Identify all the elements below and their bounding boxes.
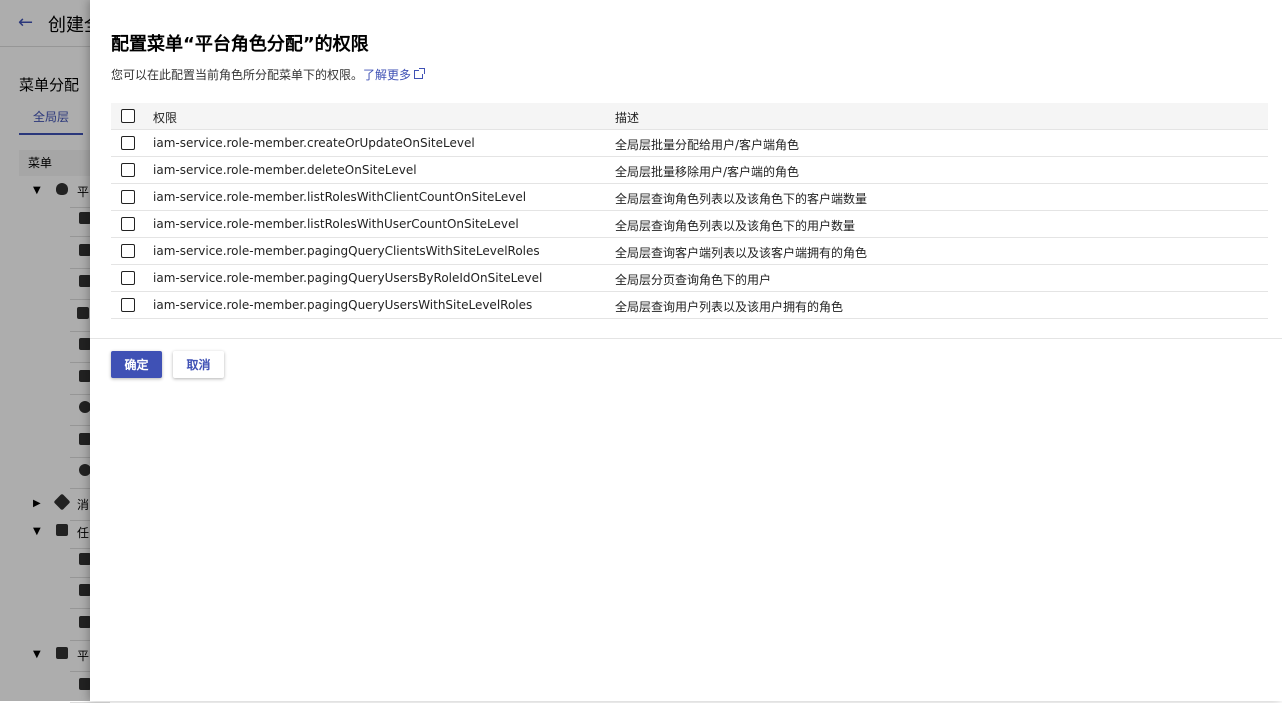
external-link-icon (414, 68, 426, 79)
table-row[interactable]: iam-service.role-member.listRolesWithCli… (111, 184, 1268, 211)
table-row[interactable]: iam-service.role-member.createOrUpdateOn… (111, 130, 1268, 157)
permission-description: 全局层分页查询角色下的用户 (615, 273, 772, 287)
footer-divider (90, 338, 1282, 339)
select-all-checkbox[interactable] (121, 109, 135, 123)
confirm-button[interactable]: 确定 (111, 351, 162, 378)
permission-description: 全局层批量移除用户/客户端的角色 (615, 165, 800, 179)
row-checkbox[interactable] (121, 217, 135, 231)
column-header-description: 描述 (615, 111, 640, 125)
row-checkbox[interactable] (121, 163, 135, 177)
row-checkbox[interactable] (121, 244, 135, 258)
cancel-button[interactable]: 取消 (173, 351, 224, 378)
permission-code: iam-service.role-member.pagingQueryUsers… (153, 271, 543, 285)
permission-description: 全局层查询用户列表以及该用户拥有的角色 (615, 300, 844, 314)
row-checkbox[interactable] (121, 190, 135, 204)
table-row[interactable]: iam-service.role-member.deleteOnSiteLeve… (111, 157, 1268, 184)
learn-more-link[interactable]: 了解更多 (363, 68, 426, 82)
row-checkbox[interactable] (121, 271, 135, 285)
column-header-permission: 权限 (153, 111, 178, 125)
permission-code: iam-service.role-member.pagingQueryUsers… (153, 298, 533, 312)
permission-code: iam-service.role-member.deleteOnSiteLeve… (153, 163, 417, 177)
dialog-title: 配置菜单“平台角色分配”的权限 (111, 34, 369, 55)
table-row[interactable]: iam-service.role-member.pagingQueryClien… (111, 238, 1268, 265)
permission-code: iam-service.role-member.listRolesWithCli… (153, 190, 527, 204)
permission-code: iam-service.role-member.listRolesWithUse… (153, 217, 519, 231)
description-text: 您可以在此配置当前角色所分配菜单下的权限。 (111, 68, 364, 82)
permission-code: iam-service.role-member.pagingQueryClien… (153, 244, 540, 258)
permission-code: iam-service.role-member.createOrUpdateOn… (153, 136, 475, 150)
dialog-description: 您可以在此配置当前角色所分配菜单下的权限。了解更多 (111, 66, 426, 83)
permission-description: 全局层查询客户端列表以及该客户端拥有的角色 (615, 246, 868, 260)
permission-dialog: 配置菜单“平台角色分配”的权限 您可以在此配置当前角色所分配菜单下的权限。了解更… (90, 0, 1282, 701)
row-checkbox[interactable] (121, 298, 135, 312)
permission-description: 全局层查询角色列表以及该角色下的用户数量 (615, 219, 856, 233)
table-header-row: 权限 描述 (111, 103, 1268, 130)
row-checkbox[interactable] (121, 136, 135, 150)
permission-description: 全局层批量分配给用户/客户端角色 (615, 138, 800, 152)
table-row[interactable]: iam-service.role-member.pagingQueryUsers… (111, 265, 1268, 292)
table-row[interactable]: iam-service.role-member.pagingQueryUsers… (111, 292, 1268, 319)
permission-table: 权限 描述 iam-service.role-member.createOrUp… (111, 103, 1268, 319)
table-row[interactable]: iam-service.role-member.listRolesWithUse… (111, 211, 1268, 238)
learn-more-label: 了解更多 (363, 68, 412, 82)
permission-description: 全局层查询角色列表以及该角色下的客户端数量 (615, 192, 868, 206)
